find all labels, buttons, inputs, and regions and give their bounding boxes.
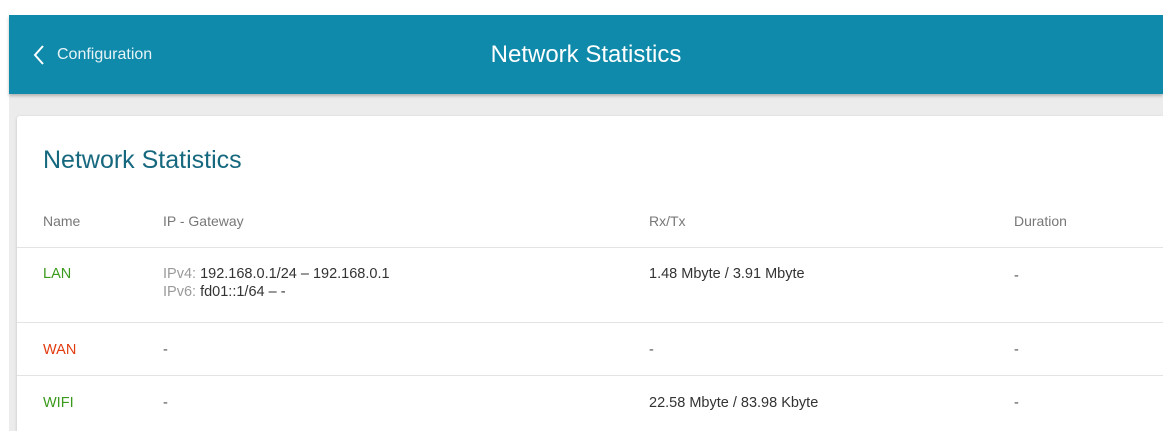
divider <box>17 247 1163 248</box>
divider <box>17 322 1163 323</box>
top-bar: Configuration Network Statistics <box>9 15 1163 94</box>
app-frame: Configuration Network Statistics Network… <box>9 15 1163 431</box>
ipv4-value: 192.168.0.1/24 – 192.168.0.1 <box>200 266 390 282</box>
lan-rxtx: 1.48 Mbyte / 3.91 Mbyte <box>649 266 805 282</box>
card-title: Network Statistics <box>43 146 242 174</box>
divider <box>17 375 1163 376</box>
ipv4-label: IPv4: <box>163 266 197 282</box>
row-name-lan: LAN <box>43 266 72 282</box>
ipv6-value: fd01::1/64 – - <box>200 284 286 300</box>
row-name-wifi: WIFI <box>43 395 74 411</box>
row-name-wan: WAN <box>43 342 77 358</box>
ipv6-label: IPv6: <box>163 284 197 300</box>
wan-rxtx: - <box>649 342 654 358</box>
lan-duration: - <box>1014 268 1019 284</box>
wan-ip: - <box>163 342 168 358</box>
column-header-ip-gateway: IP - Gateway <box>163 213 244 229</box>
column-header-duration: Duration <box>1014 213 1067 229</box>
page-title: Network Statistics <box>490 41 682 68</box>
wan-duration: - <box>1014 342 1019 358</box>
wifi-ip: - <box>163 395 168 411</box>
wifi-duration: - <box>1014 395 1019 411</box>
lan-ipv4: IPv4: 192.168.0.1/24 – 192.168.0.1 <box>163 264 390 284</box>
column-header-name: Name <box>43 213 81 229</box>
statistics-card: Network Statistics Name IP - Gateway Rx/… <box>17 116 1163 431</box>
column-header-rxtx: Rx/Tx <box>649 213 686 229</box>
lan-ipv6: IPv6: fd01::1/64 – - <box>163 282 286 302</box>
wifi-rxtx: 22.58 Mbyte / 83.98 Kbyte <box>649 395 819 411</box>
